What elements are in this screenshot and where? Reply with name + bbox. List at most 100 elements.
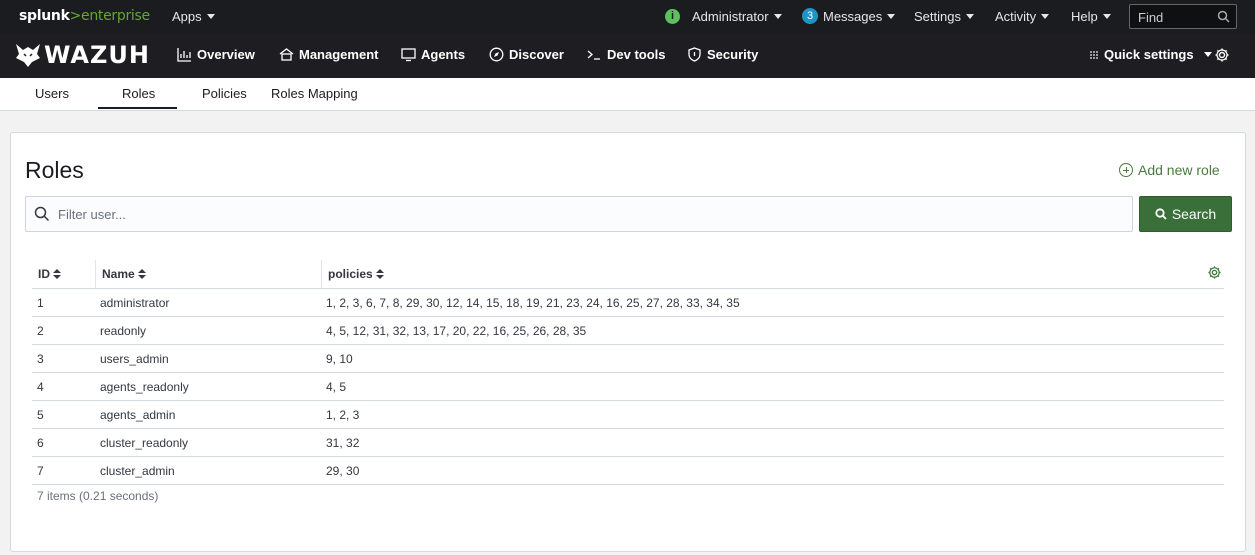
gear-icon: [1215, 48, 1229, 62]
nav-security[interactable]: Security: [687, 47, 758, 62]
apps-menu[interactable]: Apps: [172, 9, 215, 24]
settings-menu[interactable]: Settings: [914, 9, 974, 24]
cell-id: 6: [32, 428, 95, 457]
cell-id: 1: [32, 288, 95, 317]
page-title: Roles: [25, 157, 84, 183]
find-input[interactable]: Find: [1129, 4, 1237, 29]
settings-label: Settings: [914, 9, 961, 24]
cell-policies: 9, 10: [321, 344, 1224, 373]
help-menu[interactable]: Help: [1071, 9, 1111, 24]
cell-id: 7: [32, 456, 95, 485]
nav-discover[interactable]: Discover: [489, 47, 564, 62]
sort-icon: [53, 268, 61, 280]
table-row[interactable]: 6 cluster_readonly 31, 32: [32, 428, 1224, 457]
splunk-top-bar: splunk>enterprise Apps i Administrator 3…: [0, 0, 1255, 33]
search-icon: [1155, 208, 1167, 220]
cell-name: users_admin: [95, 344, 321, 373]
column-header-name-label: Name: [102, 267, 135, 281]
cell-id: 3: [32, 344, 95, 373]
table-header-row: ID Name policies: [32, 260, 1224, 289]
table-row[interactable]: 5 agents_admin 1, 2, 3: [32, 400, 1224, 429]
grid-icon: [1090, 50, 1098, 59]
user-status-icon: i: [665, 9, 680, 24]
cell-policies: 1, 2, 3, 6, 7, 8, 29, 30, 12, 14, 15, 18…: [321, 288, 1224, 317]
nav-management-label: Management: [299, 47, 379, 62]
column-header-id-label: ID: [38, 267, 50, 281]
nav-devtools[interactable]: Dev tools: [587, 47, 666, 62]
cell-id: 2: [32, 316, 95, 345]
management-icon: [279, 48, 294, 61]
chevron-down-icon: [1041, 14, 1050, 19]
roles-panel: Roles Add new role Search ID Name polici…: [10, 132, 1246, 552]
activity-menu[interactable]: Activity: [995, 9, 1050, 24]
apps-label: Apps: [172, 9, 202, 24]
items-count: 7 items (0.21 seconds): [37, 489, 159, 503]
find-placeholder: Find: [1138, 10, 1164, 25]
cell-id: 5: [32, 400, 95, 429]
wolf-icon: [16, 44, 40, 67]
nav-overview[interactable]: Overview: [177, 47, 255, 62]
chevron-down-icon: [1203, 52, 1212, 57]
nav-devtools-label: Dev tools: [607, 47, 666, 62]
table-row[interactable]: 1 administrator 1, 2, 3, 6, 7, 8, 29, 30…: [32, 288, 1224, 317]
active-tab-indicator: [98, 107, 177, 109]
cell-name: readonly: [95, 316, 321, 345]
nav-overview-label: Overview: [197, 47, 255, 62]
filter-input[interactable]: [25, 196, 1133, 232]
app-settings-button[interactable]: [1214, 47, 1230, 63]
cell-policies: 4, 5: [321, 372, 1224, 401]
add-new-role-label: Add new role: [1138, 162, 1220, 178]
cell-name: cluster_readonly: [95, 428, 321, 457]
table-row[interactable]: 3 users_admin 9, 10: [32, 344, 1224, 373]
gear-icon[interactable]: [1207, 265, 1222, 280]
search-button[interactable]: Search: [1139, 196, 1232, 232]
chart-icon: [177, 48, 191, 62]
chevron-down-icon: [773, 14, 782, 19]
tab-roles-mapping[interactable]: Roles Mapping: [271, 86, 358, 101]
quick-settings-label: Quick settings: [1104, 47, 1194, 62]
column-header-policies[interactable]: policies: [321, 260, 1194, 289]
cell-policies: 1, 2, 3: [321, 400, 1224, 429]
cell-id: 4: [32, 372, 95, 401]
table-row[interactable]: 2 readonly 4, 5, 12, 31, 32, 13, 17, 20,…: [32, 316, 1224, 345]
tab-policies[interactable]: Policies: [202, 86, 247, 101]
plus-circle-icon: [1119, 163, 1133, 177]
nav-management[interactable]: Management: [279, 47, 378, 62]
messages-menu[interactable]: Messages: [823, 9, 896, 24]
table-row[interactable]: 4 agents_readonly 4, 5: [32, 372, 1224, 401]
cell-name: cluster_admin: [95, 456, 321, 485]
chevron-down-icon: [206, 14, 215, 19]
cell-policies: 4, 5, 12, 31, 32, 13, 17, 20, 22, 16, 25…: [321, 316, 1224, 345]
terminal-icon: [587, 50, 600, 60]
column-settings[interactable]: [1194, 260, 1224, 289]
monitor-icon: [401, 48, 416, 62]
roles-table: ID Name policies 1 administrator 1, 2, 3…: [32, 260, 1224, 485]
help-label: Help: [1071, 9, 1098, 24]
splunk-logo[interactable]: splunk>enterprise: [19, 8, 150, 24]
cell-policies: 29, 30: [321, 456, 1224, 485]
messages-label: Messages: [823, 9, 883, 24]
add-new-role-button[interactable]: Add new role: [1119, 162, 1220, 178]
tab-users[interactable]: Users: [35, 86, 69, 101]
nav-agents-label: Agents: [421, 47, 466, 62]
compass-icon: [489, 47, 504, 62]
column-header-name[interactable]: Name: [95, 260, 321, 289]
security-tabs: Users Roles Policies Roles Mapping: [0, 78, 1255, 111]
search-icon: [1217, 10, 1230, 23]
chevron-down-icon: [965, 14, 974, 19]
search-icon: [34, 206, 50, 222]
nav-discover-label: Discover: [509, 47, 564, 62]
cell-name: agents_readonly: [95, 372, 321, 401]
administrator-label: Administrator: [692, 9, 769, 24]
cell-policies: 31, 32: [321, 428, 1224, 457]
column-header-id[interactable]: ID: [32, 260, 95, 289]
chevron-down-icon: [887, 14, 896, 19]
tab-roles[interactable]: Roles: [122, 86, 155, 101]
nav-agents[interactable]: Agents: [401, 47, 465, 62]
administrator-menu[interactable]: Administrator: [692, 9, 782, 24]
table-row[interactable]: 7 cluster_admin 29, 30: [32, 456, 1224, 485]
wazuh-nav-bar: WAZUH Overview Management Agents Discove…: [0, 33, 1255, 78]
cell-name: agents_admin: [95, 400, 321, 429]
sort-icon: [137, 268, 146, 280]
quick-settings-menu[interactable]: Quick settings: [1089, 47, 1212, 62]
